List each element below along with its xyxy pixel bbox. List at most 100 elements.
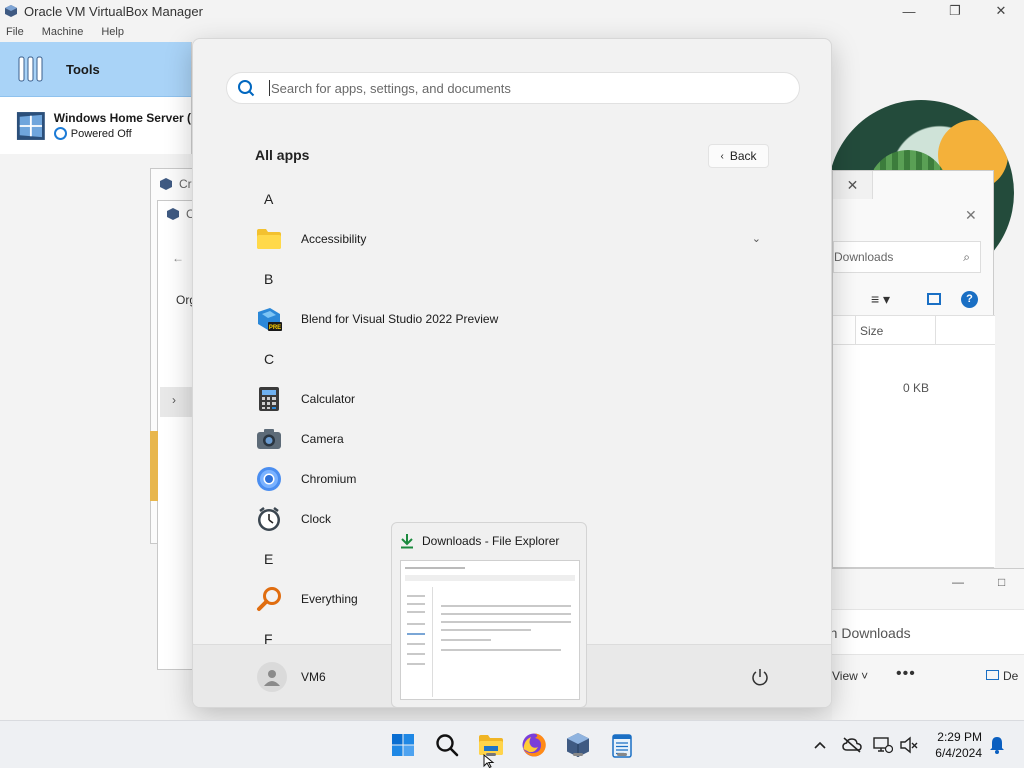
minimize-icon[interactable]: —: [952, 575, 964, 589]
start-search-box[interactable]: [226, 72, 800, 104]
user-account-button[interactable]: VM6: [257, 662, 326, 692]
virtualbox-icon: [167, 208, 179, 220]
camera-icon: [256, 426, 282, 452]
clock-time: 2:29 PM: [937, 730, 982, 744]
clock-icon: [256, 506, 282, 532]
app-item-camera[interactable]: Camera: [249, 419, 779, 459]
folder-icon: [256, 226, 282, 252]
taskbar: 2:29 PM 6/4/2024: [0, 720, 1024, 768]
taskbar-thumbnail-preview[interactable]: Downloads - File Explorer: [391, 522, 587, 708]
details-pane-icon[interactable]: [927, 293, 941, 305]
search-icon: ⌕: [963, 250, 970, 264]
taskbar-clock[interactable]: 2:29 PM 6/4/2024: [928, 729, 982, 761]
start-search-input[interactable]: [271, 80, 751, 96]
running-indicator: [617, 753, 627, 756]
close-icon[interactable]: ✕: [965, 207, 977, 224]
taskbar-search-button[interactable]: [433, 731, 461, 759]
help-icon[interactable]: ?: [961, 291, 978, 308]
dialog-title: Cr: [179, 177, 192, 191]
search-downloads-field-2[interactable]: rch Downloads: [818, 609, 1024, 655]
vbox-window-title: Oracle VM VirtualBox Manager: [24, 3, 203, 19]
running-indicator: [573, 753, 583, 756]
user-icon: [264, 670, 280, 686]
back-label: Back: [729, 149, 757, 163]
network-icon: [873, 737, 893, 754]
app-label: Accessibility: [301, 232, 367, 246]
thumbnail-image: [400, 560, 580, 700]
details-button[interactable]: De: [986, 669, 1018, 683]
chevron-up-icon: [814, 741, 826, 749]
power-icon[interactable]: [750, 667, 770, 687]
taskbar-firefox[interactable]: [520, 731, 548, 759]
minimize-button[interactable]: —: [886, 0, 932, 22]
file-size: 0 KB: [903, 381, 930, 395]
close-tab-icon[interactable]: ✕: [833, 171, 873, 199]
menu-help[interactable]: Help: [101, 26, 124, 38]
menu-machine[interactable]: Machine: [42, 26, 84, 38]
view-menu-icon[interactable]: ≡ ▾: [871, 291, 890, 308]
speaker-muted-icon: [900, 736, 918, 754]
search-downloads-field[interactable]: Downloads ⌕: [833, 241, 981, 273]
close-button[interactable]: ✕: [978, 0, 1024, 22]
chromium-icon: [256, 466, 282, 492]
app-label: Camera: [301, 432, 344, 446]
maximize-icon[interactable]: □: [998, 575, 1005, 589]
bell-icon: [990, 737, 1004, 754]
section-letter[interactable]: C: [249, 339, 779, 379]
maximize-button[interactable]: ❐: [932, 0, 978, 22]
search-icon: [436, 734, 459, 757]
vm-state: Powered Off: [70, 127, 132, 140]
vbox-titlebar: Oracle VM VirtualBox Manager: [0, 0, 1024, 22]
tools-label: Tools: [66, 61, 100, 77]
taskbar-virtualbox[interactable]: [564, 731, 592, 759]
back-button[interactable]: ‹ Back: [708, 144, 769, 168]
volume-tray[interactable]: [899, 735, 919, 755]
file-explorer-window: ✕ ✕ Downloads ⌕ ≡ ▾ ? Size 0 KB: [832, 170, 995, 568]
user-name: VM6: [301, 670, 326, 684]
firefox-icon: [522, 733, 546, 757]
windows-vm-icon: [16, 111, 45, 140]
taskbar-notepad[interactable]: [608, 731, 636, 759]
svg-text:PRE: PRE: [269, 325, 281, 331]
app-item-blend[interactable]: PRE Blend for Visual Studio 2022 Preview: [249, 299, 779, 339]
vm-item[interactable]: Windows Home Server ( Powered Off: [0, 97, 191, 154]
folder-accent: [150, 431, 158, 501]
blend-icon: PRE: [256, 306, 282, 332]
calculator-icon: [256, 386, 282, 412]
section-letter[interactable]: B: [249, 259, 779, 299]
app-label: Chromium: [301, 472, 357, 486]
app-label: Everything: [301, 592, 358, 606]
details-label: De: [1003, 669, 1019, 683]
app-item-calculator[interactable]: Calculator: [249, 379, 779, 419]
app-item-accessibility[interactable]: Accessibility ⌄: [249, 219, 779, 259]
thumbnail-title: Downloads - File Explorer: [400, 533, 559, 549]
vbox-machine-list: Tools Windows Home Server ( Powered Off: [0, 42, 192, 154]
chevron-down-icon[interactable]: ⌄: [752, 232, 761, 245]
search-downloads-placeholder: Downloads: [834, 250, 894, 264]
onedrive-tray[interactable]: [842, 735, 862, 755]
view-label: View: [832, 669, 858, 683]
view-button[interactable]: View ˅: [832, 669, 868, 683]
everything-icon: [256, 586, 282, 612]
tools-item[interactable]: Tools: [0, 42, 191, 97]
virtualbox-icon: [160, 178, 172, 190]
app-label: Blend for Visual Studio 2022 Preview: [301, 312, 499, 326]
app-item-chromium[interactable]: Chromium: [249, 459, 779, 499]
virtualbox-icon: [5, 5, 17, 17]
clock-date: 6/4/2024: [935, 746, 982, 760]
notifications-button[interactable]: [987, 735, 1007, 755]
section-letter[interactable]: A: [249, 179, 779, 219]
col-size[interactable]: Size: [860, 324, 883, 338]
start-button[interactable]: [389, 731, 417, 759]
column-header: Size: [833, 315, 995, 346]
file-list: 0 KB: [833, 345, 995, 567]
expand-chevron-icon[interactable]: ›: [160, 387, 194, 417]
app-label: Clock: [301, 512, 332, 526]
cloud-offline-icon: [842, 737, 862, 753]
more-options-icon[interactable]: •••: [896, 665, 916, 683]
show-hidden-icons-button[interactable]: [810, 735, 830, 755]
network-tray[interactable]: [873, 735, 893, 755]
search-icon: [238, 80, 255, 97]
back-arrow-icon[interactable]: ←: [172, 251, 184, 265]
menu-file[interactable]: File: [6, 26, 24, 38]
